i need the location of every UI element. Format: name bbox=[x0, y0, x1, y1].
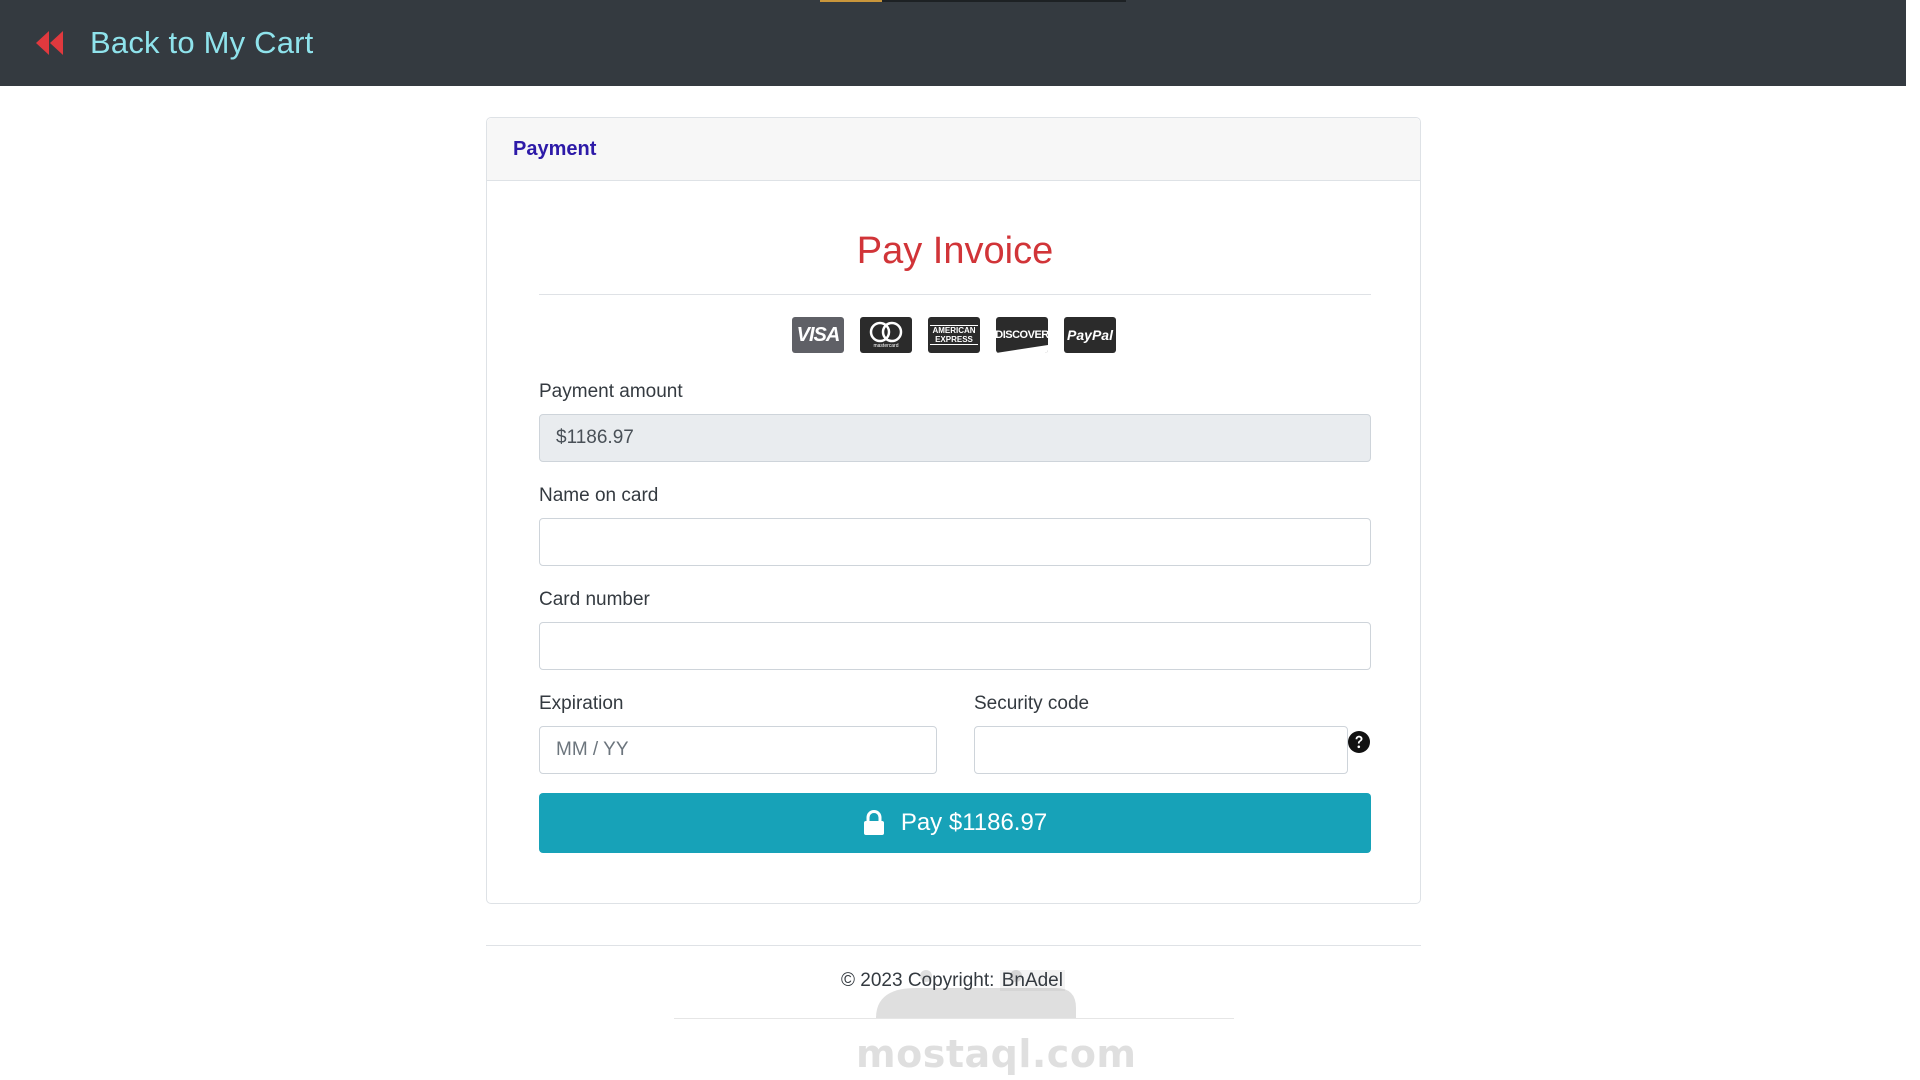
copyright: © 2023 Copyright: BnAdel bbox=[0, 970, 1906, 992]
top-navbar: Back to My Cart bbox=[0, 0, 1906, 86]
back-to-cart-link[interactable]: Back to My Cart bbox=[34, 20, 314, 66]
lock-icon bbox=[863, 810, 884, 835]
page-title: Pay Invoice bbox=[856, 230, 1054, 272]
watermark-text: mostaql.com bbox=[856, 1032, 1137, 1076]
mastercard-text: mastercard bbox=[873, 343, 899, 349]
question-circle-icon[interactable] bbox=[1347, 730, 1371, 754]
back-to-cart-label: Back to My Cart bbox=[90, 25, 314, 60]
paypal-text: PayPal bbox=[1067, 327, 1113, 343]
expiration-label: Expiration bbox=[539, 693, 624, 714]
payment-amount-input bbox=[539, 414, 1371, 462]
card-header-title: Payment bbox=[513, 137, 597, 160]
visa-text: VISA bbox=[796, 323, 841, 346]
card-number-input[interactable] bbox=[539, 622, 1371, 670]
copyright-brand: BnAdel bbox=[999, 970, 1065, 991]
title-divider bbox=[539, 294, 1371, 295]
security-code-label: Security code bbox=[974, 693, 1090, 714]
copyright-prefix: © 2023 Copyright: bbox=[841, 970, 995, 991]
navbar-divider-line bbox=[882, 0, 1126, 2]
discover-card-icon: DISCOVER bbox=[996, 317, 1048, 353]
navbar-accent-line bbox=[820, 0, 882, 2]
pay-button-label: Pay $1186.97 bbox=[900, 809, 1048, 836]
payment-amount-label: Payment amount bbox=[539, 381, 683, 402]
expiration-input[interactable] bbox=[539, 726, 937, 774]
amex-card-icon: AMERICAN EXPRESS bbox=[928, 317, 980, 353]
amex-text: AMERICAN EXPRESS bbox=[930, 325, 978, 345]
pay-button[interactable]: Pay $1186.97 bbox=[539, 793, 1371, 853]
footer-bottom-rule bbox=[674, 1018, 1234, 1019]
card-number-label: Card number bbox=[539, 589, 650, 610]
mastercard-icon: mastercard bbox=[860, 317, 912, 353]
paypal-icon: PayPal bbox=[1064, 317, 1116, 353]
discover-text: DISCOVER bbox=[996, 329, 1048, 341]
card-header: Payment bbox=[487, 118, 1420, 181]
visa-card-icon: VISA bbox=[792, 317, 844, 353]
security-code-input[interactable] bbox=[974, 726, 1348, 774]
payment-card: Payment Pay Invoice VISA mastercard AMER… bbox=[486, 117, 1421, 904]
accepted-cards: VISA mastercard AMERICAN EXPRESS DISCOVE… bbox=[792, 317, 1116, 353]
footer-divider bbox=[486, 945, 1421, 946]
double-chevron-left-icon bbox=[34, 29, 66, 57]
name-on-card-label: Name on card bbox=[539, 485, 659, 506]
name-on-card-input[interactable] bbox=[539, 518, 1371, 566]
